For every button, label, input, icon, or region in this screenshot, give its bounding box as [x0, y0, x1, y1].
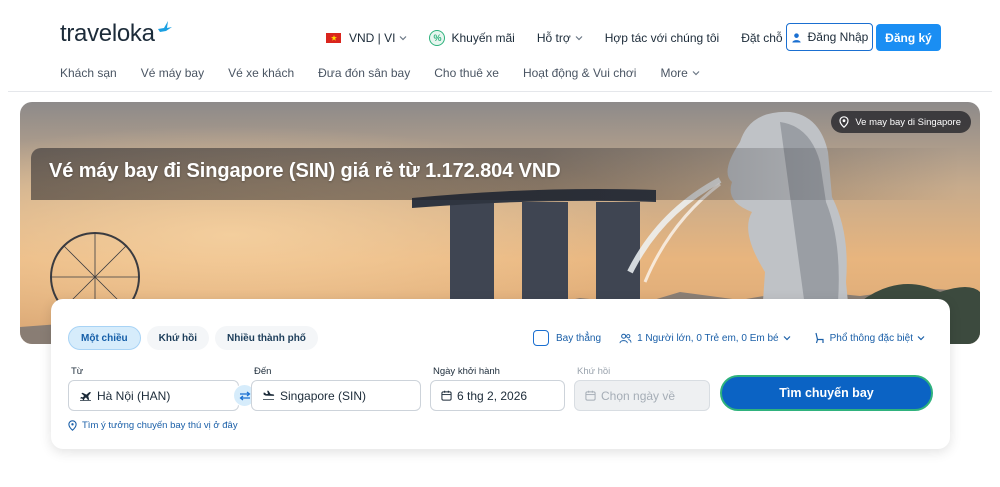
nav-item-more[interactable]: More [660, 66, 700, 80]
tab-multi-city[interactable]: Nhiều thành phố [215, 326, 318, 350]
partner-label: Hợp tác với chúng tôi [604, 31, 720, 45]
calendar-icon [441, 390, 452, 401]
login-label: Đăng Nhập [807, 30, 869, 44]
flight-search-card: Một chiều Khứ hồi Nhiều thành phố Bay th… [51, 299, 950, 449]
seat-icon [815, 332, 824, 344]
cabin-class-label: Phổ thông đặc biệt [829, 332, 913, 344]
chevron-down-icon [917, 336, 925, 341]
bird-icon [157, 21, 172, 32]
direct-flight-label: Bay thẳng [556, 332, 602, 344]
calendar-icon [585, 390, 596, 401]
location-tag[interactable]: Ve may bay di Singapore [831, 111, 971, 133]
location-tag-label: Ve may bay di Singapore [855, 116, 961, 128]
chevron-down-icon [783, 336, 791, 341]
depart-date-field[interactable]: 6 thg 2, 2026 [430, 380, 565, 411]
map-pin-icon [68, 420, 77, 431]
support-menu[interactable]: Hỗ trợ [537, 31, 583, 45]
from-field[interactable]: Hà Nội (HAN) [68, 380, 239, 411]
chevron-down-icon [400, 36, 407, 41]
direct-flight-checkbox[interactable] [533, 330, 550, 346]
tab-round-trip[interactable]: Khứ hồi [146, 326, 210, 350]
plane-landing-icon [263, 390, 275, 400]
depart-label: Ngày khởi hành [433, 366, 500, 377]
return-label: Khứ hồi [577, 366, 611, 377]
nav-item-hotels[interactable]: Khách sạn [60, 66, 117, 80]
chevron-down-icon [575, 36, 583, 41]
from-label: Từ [71, 366, 84, 377]
depart-date-value: 6 thg 2, 2026 [457, 388, 528, 403]
flight-ideas-link[interactable]: Tìm ý tưởng chuyến bay thú vị ở đây [68, 420, 238, 431]
nav-item-activities[interactable]: Hoạt động & Vui chơi [523, 66, 637, 80]
more-label: More [660, 66, 688, 80]
logo-text: traveloka [60, 20, 155, 47]
to-value: Singapore (SIN) [280, 388, 367, 403]
traveloka-logo[interactable]: traveloka [60, 20, 173, 48]
tab-one-way[interactable]: Một chiều [68, 326, 141, 350]
register-button[interactable]: Đăng ký [876, 24, 941, 51]
header-divider [8, 91, 992, 92]
partner-link[interactable]: Hợp tác với chúng tôi [605, 31, 719, 45]
site-header: traveloka VND | VI % Khuyến mãi Hỗ trợ H… [0, 0, 1000, 92]
passenger-selector[interactable]: 1 Người lớn, 0 Trẻ em, 0 Em bé [619, 333, 796, 344]
vietnam-flag-icon [326, 33, 341, 43]
product-nav: Khách sạn Vé máy bay Vé xe khách Đưa đón… [60, 66, 724, 80]
hero-title: Vé máy bay đi Singapore (SIN) giá rẻ từ … [49, 160, 561, 182]
passenger-label: 1 Người lớn, 0 Trẻ em, 0 Em bé [637, 332, 779, 344]
search-flights-button[interactable]: Tìm chuyến bay [720, 375, 933, 411]
to-field[interactable]: Singapore (SIN) [251, 380, 421, 411]
cabin-class-selector[interactable]: Phổ thông đặc biệt [814, 332, 930, 344]
currency-label: VND | VI [349, 31, 396, 45]
top-nav: VND | VI % Khuyến mãi Hỗ trợ Hợp tác với… [326, 24, 843, 52]
chevron-down-icon [692, 71, 700, 76]
promo-link[interactable]: % Khuyến mãi [429, 30, 515, 46]
flight-ideas-label: Tìm ý tưởng chuyến bay thú vị ở đây [82, 420, 238, 431]
user-icon [792, 32, 801, 43]
promo-label: Khuyến mãi [451, 31, 515, 45]
nav-item-flights[interactable]: Vé máy bay [141, 66, 204, 80]
map-pin-icon [839, 116, 849, 128]
nav-item-airport-transfer[interactable]: Đưa đón sân bay [318, 66, 410, 80]
return-date-placeholder: Chọn ngày về [601, 388, 676, 403]
search-options: Bay thẳng 1 Người lớn, 0 Trẻ em, 0 Em bé… [515, 330, 930, 346]
swap-icon [239, 391, 250, 400]
support-label: Hỗ trợ [536, 31, 571, 45]
from-value: Hà Nội (HAN) [97, 388, 171, 403]
to-label: Đến [254, 366, 272, 377]
return-date-field[interactable]: Chọn ngày về [574, 380, 710, 411]
users-icon [619, 333, 632, 343]
plane-takeoff-icon [80, 391, 91, 401]
nav-item-bus[interactable]: Vé xe khách [228, 66, 294, 80]
trip-type-tabs: Một chiều Khứ hồi Nhiều thành phố [68, 326, 324, 350]
currency-selector[interactable]: VND | VI [326, 31, 407, 45]
direct-flight-toggle[interactable]: Bay thẳng [533, 330, 601, 346]
percent-icon: % [429, 30, 446, 46]
login-button[interactable]: Đăng Nhập [786, 23, 873, 51]
nav-item-car-rental[interactable]: Cho thuê xe [434, 66, 499, 80]
